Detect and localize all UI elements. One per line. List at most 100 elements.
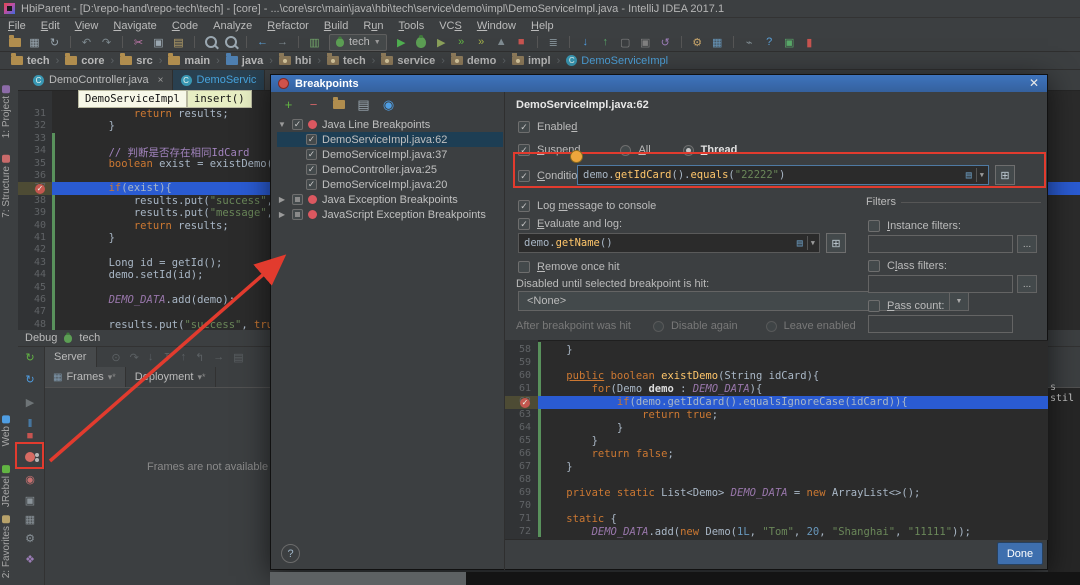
tree-item[interactable]: DemoController.java:25 <box>277 162 503 177</box>
menu-navigate[interactable]: Navigate <box>113 20 156 32</box>
menu-tools[interactable]: Tools <box>399 20 425 32</box>
tree-toggle-icon[interactable]: ▶ <box>277 210 287 219</box>
disable-again-radio[interactable] <box>652 320 664 332</box>
breakpoint-icon[interactable]: ✓ <box>520 397 530 408</box>
evaluate-field[interactable]: demo.getName() ▤ ▼ <box>518 233 820 253</box>
menu-vcs[interactable]: VCS <box>439 20 462 32</box>
done-button[interactable]: Done <box>997 542 1043 565</box>
changes-icon[interactable]: ▣ <box>637 34 654 50</box>
pass-count-input[interactable] <box>868 315 1013 333</box>
tree-item[interactable]: ▶ Java Exception Breakpoints <box>277 192 503 207</box>
tab-deployment[interactable]: Deployment ▾* <box>126 367 216 387</box>
paste-icon[interactable]: ▤ <box>170 34 187 50</box>
restore-layout-icon[interactable]: ▦ <box>22 511 38 527</box>
run-to-cursor-icon[interactable]: → <box>213 351 224 364</box>
show-execution-point-icon[interactable]: ⊙ <box>111 351 120 364</box>
step-over-icon[interactable]: ↷ <box>130 351 139 364</box>
leave-enabled-radio[interactable] <box>765 320 777 332</box>
expand-editor-button[interactable]: ⊞ <box>995 165 1015 185</box>
rollback-icon[interactable]: ↺ <box>657 34 674 50</box>
menu-help[interactable]: Help <box>531 20 554 32</box>
force-step-into-icon[interactable]: ↧ <box>162 351 171 364</box>
tree-item[interactable]: ▶ JavaScript Exception Breakpoints <box>277 207 503 222</box>
breadcrumb-item-tech[interactable]: tech <box>8 53 53 67</box>
step-into-icon[interactable]: ↓ <box>148 351 154 364</box>
evaluate-checkbox[interactable] <box>518 218 530 230</box>
stripe-favorites[interactable]: 2: Favorites <box>1 515 12 578</box>
breadcrumb-item-src[interactable]: src <box>117 53 156 67</box>
chevron-down-icon[interactable]: ▼ <box>980 171 984 179</box>
goto-source-icon[interactable]: ◉ <box>381 97 396 112</box>
update-classes-icon[interactable]: » <box>453 34 470 50</box>
chevron-down-icon[interactable]: ▼ <box>811 239 815 247</box>
menu-edit[interactable]: Edit <box>41 20 60 32</box>
stop-icon[interactable]: ■ <box>22 428 38 444</box>
log-console-checkbox[interactable] <box>518 200 530 212</box>
tab-frames[interactable]: ▦ Frames ▾* <box>44 367 126 387</box>
instance-filters-input[interactable] <box>868 235 1013 253</box>
drop-frame-icon[interactable]: ↰ <box>195 351 204 364</box>
sync-icon[interactable]: ↻ <box>46 34 63 50</box>
stripe-structure[interactable]: 7: Structure <box>1 155 12 218</box>
close-icon[interactable]: × <box>158 75 164 86</box>
rerun-icon[interactable]: ↻ <box>22 349 38 365</box>
vcs-commit-icon[interactable]: ↑ <box>597 34 614 50</box>
tree-toggle-icon[interactable]: ▶ <box>277 195 287 204</box>
remove-breakpoint-icon[interactable]: − <box>306 97 321 112</box>
class-filters-browse-button[interactable]: ... <box>1017 275 1037 293</box>
exit-icon[interactable]: ▮ <box>801 34 818 50</box>
menu-analyze[interactable]: Analyze <box>213 20 252 32</box>
pass-count-checkbox[interactable] <box>868 300 880 312</box>
mute-breakpoints-icon[interactable]: ◉ <box>22 471 38 487</box>
help-button[interactable]: ? <box>281 544 300 563</box>
suspend-thread-radio[interactable] <box>682 144 694 156</box>
dialog-title-bar[interactable]: Breakpoints ✕ <box>271 75 1047 92</box>
settings-icon[interactable]: ⚙ <box>689 34 706 50</box>
move-to-group-icon[interactable]: ▤ <box>356 97 371 112</box>
screenshot-icon[interactable]: ▣ <box>22 492 38 508</box>
breakpoint-icon[interactable]: ✓ <box>35 183 45 194</box>
coverage-icon[interactable]: ▶ <box>433 34 450 50</box>
editor-breadcrumb-method[interactable]: insert() <box>187 90 252 108</box>
breadcrumb-item-service[interactable]: service <box>378 53 438 67</box>
project-structure-icon[interactable]: ▦ <box>709 34 726 50</box>
replace-icon[interactable] <box>222 34 239 50</box>
search-icon[interactable] <box>202 34 219 50</box>
tree-checkbox[interactable] <box>292 119 303 130</box>
expand-editor-button[interactable]: ⊞ <box>826 233 846 253</box>
tree-toggle-icon[interactable]: ▼ <box>277 120 287 129</box>
breadcrumb-item-core[interactable]: core <box>62 53 107 67</box>
instance-filters-checkbox[interactable] <box>868 220 880 232</box>
menu-file[interactable]: File <box>8 20 26 32</box>
menu-build[interactable]: Build <box>324 20 348 32</box>
breadcrumb-item-hbi[interactable]: hbi <box>276 53 315 67</box>
profiler-icon[interactable]: ≣ <box>545 34 562 50</box>
run-icon[interactable]: ▶ <box>393 34 410 50</box>
editor-breadcrumb-class[interactable]: DemoServiceImpl <box>78 90 187 108</box>
save-icon[interactable]: ▦ <box>26 34 43 50</box>
stripe-project[interactable]: 1: Project <box>1 85 12 138</box>
condition-field[interactable]: demo.getIdCard().equals("22222") ▤ ▼ <box>577 165 989 185</box>
menu-run[interactable]: Run <box>363 20 383 32</box>
refresh-icon[interactable]: ↻ <box>22 371 38 387</box>
breadcrumb-item-demoserviceimpl[interactable]: C DemoServiceImpl <box>563 55 671 67</box>
attach-icon[interactable]: ▲ <box>493 34 510 50</box>
breadcrumb-item-main[interactable]: main <box>165 53 213 67</box>
breadcrumb-item-demo[interactable]: demo <box>448 53 499 67</box>
instance-filters-browse-button[interactable]: ... <box>1017 235 1037 253</box>
cut-icon[interactable]: ✂ <box>130 34 147 50</box>
breadcrumb-item-java[interactable]: java <box>223 53 266 67</box>
stripe-jrebel[interactable]: JRebel <box>1 465 12 507</box>
pin-icon[interactable]: ❖ <box>22 551 38 567</box>
stop-icon[interactable]: ■ <box>513 34 530 50</box>
tree-item[interactable]: DemoServiceImpl.java:62 <box>277 132 503 147</box>
tree-checkbox[interactable] <box>306 149 317 160</box>
resume-icon[interactable]: ▶ <box>22 394 38 410</box>
stripe-web[interactable]: Web <box>1 415 12 446</box>
ant-icon[interactable]: ⌁ <box>741 34 758 50</box>
update-resources-icon[interactable]: » <box>473 34 490 50</box>
menu-refactor[interactable]: Refactor <box>267 20 309 32</box>
suspend-checkbox[interactable] <box>518 144 530 156</box>
close-icon[interactable]: ✕ <box>1029 76 1039 90</box>
undo-icon[interactable]: ↶ <box>78 34 95 50</box>
